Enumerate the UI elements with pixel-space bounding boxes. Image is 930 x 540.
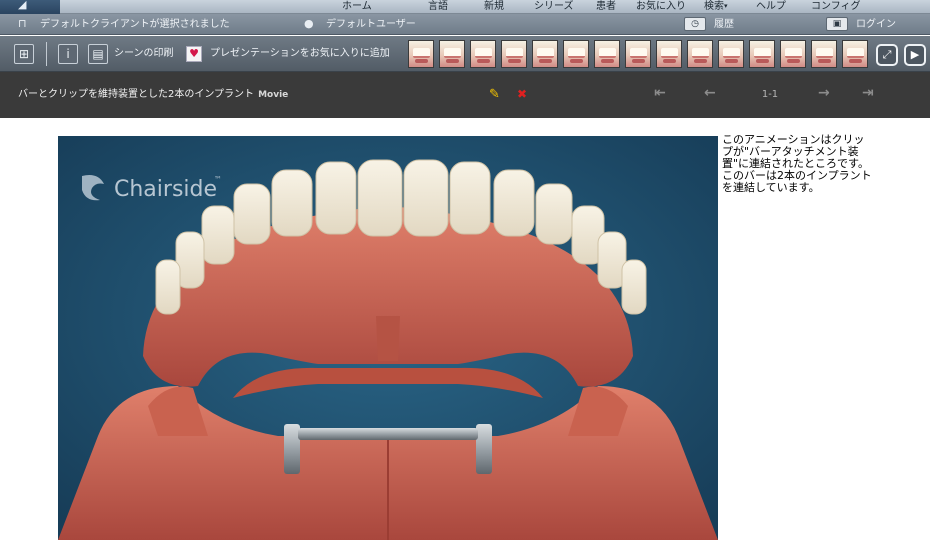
presentation-title-bar: バーとクリップを維持装置とした2本のインプラント Movie ✎ ✖ ⇤ ← 1-… [0, 72, 930, 118]
chevron-down-icon: ▾ [724, 2, 728, 10]
scene-thumb-8-icon[interactable] [625, 40, 651, 68]
pin-icon: ⊓ [18, 17, 27, 30]
toolbar-divider [46, 42, 47, 66]
presentation-title-text: バーとクリップを維持装置とした2本のインプラント [18, 89, 255, 100]
menu-bar: ◢ ホーム 言語 新規 シリーズ 患者 お気に入り 検索▾ ヘルプ コンフィグ [0, 0, 930, 14]
user-icon: ● [304, 17, 314, 30]
printer-icon: ▤ [92, 47, 104, 61]
scene-thumb-1-icon[interactable] [408, 40, 434, 68]
chairside-chair-icon [82, 175, 104, 201]
fullscreen-collapse-button[interactable]: ⊞ [14, 44, 34, 64]
scene-thumb-5-icon[interactable] [532, 40, 558, 68]
logo-icon: ◢ [18, 0, 27, 11]
menu-search[interactable]: 検索▾ [704, 0, 728, 14]
menu-search-label: 検索 [704, 1, 724, 12]
next-page-icon[interactable]: → [818, 85, 830, 101]
last-page-icon[interactable]: ⇥ [862, 85, 874, 101]
history-label[interactable]: 履歴 [714, 14, 734, 35]
scene-thumb-6-icon[interactable] [563, 40, 589, 68]
app-logo: ◢ [0, 0, 60, 14]
status-bar: ⊓ デフォルトクライアントが選択されました ● デフォルトユーザー ◷ 履歴 ▣… [0, 14, 930, 35]
info-button[interactable]: ⅰ [58, 44, 78, 64]
scene-thumb-2-icon[interactable] [439, 40, 465, 68]
scene-thumb-14-icon[interactable] [811, 40, 837, 68]
print-scene-label[interactable]: シーンの印刷 [114, 36, 174, 72]
menu-series[interactable]: シリーズ [534, 0, 574, 14]
login-button[interactable]: ▣ [826, 17, 848, 31]
scene-thumb-10-icon[interactable] [687, 40, 713, 68]
add-favorite-button[interactable]: ♥ [186, 46, 202, 62]
history-button[interactable]: ◷ [684, 17, 706, 31]
presentation-title: バーとクリップを維持装置とした2本のインプラント Movie [18, 72, 288, 118]
page-indicator: 1-1 [761, 89, 779, 100]
login-label[interactable]: ログイン [856, 14, 896, 35]
expand-button[interactable]: ⤢ [876, 44, 898, 66]
collapse-icon: ⊞ [18, 47, 30, 61]
video-camera-icon: ▶ [910, 48, 920, 61]
animation-description: このアニメーションはクリップが"バーアタッチメント装置"に連結されたところです。… [722, 133, 872, 194]
print-button[interactable]: ▤ [88, 44, 108, 64]
scene-thumb-15-icon[interactable] [842, 40, 868, 68]
menu-patient[interactable]: 患者 [596, 0, 616, 14]
info-icon: ⅰ [66, 47, 70, 61]
media-type-badge: Movie [258, 90, 289, 100]
scene-thumb-9-icon[interactable] [656, 40, 682, 68]
scene-thumb-11-icon[interactable] [718, 40, 744, 68]
previous-page-icon[interactable]: ← [704, 85, 716, 101]
chairside-watermark: Chairside ™ [78, 170, 228, 210]
menu-config[interactable]: コンフィグ [811, 0, 861, 14]
clock-icon: ◷ [691, 19, 699, 29]
scene-thumb-7-icon[interactable] [594, 40, 620, 68]
client-status: デフォルトクライアントが選択されました [40, 19, 230, 30]
menu-home[interactable]: ホーム [342, 0, 372, 14]
menu-language[interactable]: 言語 [428, 0, 448, 14]
edit-icon[interactable]: ✎ [489, 87, 500, 102]
scene-thumb-13-icon[interactable] [780, 40, 806, 68]
add-favorite-label[interactable]: プレゼンテーションをお気に入りに追加 [210, 36, 390, 72]
lock-icon: ▣ [832, 19, 842, 29]
heart-icon: ♥ [189, 47, 199, 60]
menu-favorites[interactable]: お気に入り [636, 0, 686, 14]
first-page-icon[interactable]: ⇤ [654, 85, 666, 101]
current-user[interactable]: デフォルトユーザー [326, 14, 416, 35]
delete-icon[interactable]: ✖ [517, 87, 527, 101]
watermark-text: Chairside [114, 177, 217, 202]
app-window: ◢ ホーム 言語 新規 シリーズ 患者 お気に入り 検索▾ ヘルプ コンフィグ … [0, 0, 930, 540]
video-button[interactable]: ▶ [904, 44, 926, 66]
watermark-trademark: ™ [214, 175, 222, 184]
expand-icon: ⤢ [882, 48, 892, 61]
toolbar: ⊞ ⅰ ▤ シーンの印刷 ♥ プレゼンテーションをお気に入りに追加 ⤢ ▶ [0, 36, 930, 72]
scene-thumb-3-icon[interactable] [470, 40, 496, 68]
scene-thumb-4-icon[interactable] [501, 40, 527, 68]
menu-new[interactable]: 新規 [484, 0, 504, 14]
chairside-logo: Chairside ™ [82, 175, 222, 202]
menu-help[interactable]: ヘルプ [756, 0, 786, 14]
scene-thumb-12-icon[interactable] [749, 40, 775, 68]
